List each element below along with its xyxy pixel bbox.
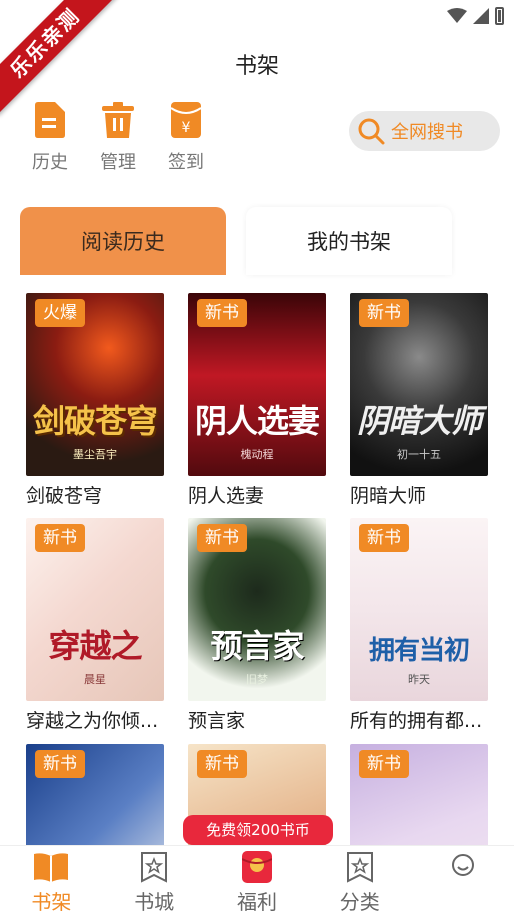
cover-title: 阴暗大师 <box>356 402 482 440</box>
book-icon <box>34 850 69 884</box>
history-label: 历史 <box>32 152 68 173</box>
wifi-icon <box>447 8 467 23</box>
search-button[interactable]: 全网搜书 <box>349 111 500 151</box>
search-icon <box>358 118 385 145</box>
tab-label: 分类 <box>339 890 380 914</box>
manage-label: 管理 <box>100 152 136 173</box>
quick-actions: 历史 管理 ¥ 签到 <box>26 100 210 174</box>
cover-author: 初一十五 <box>397 448 441 461</box>
tab-welfare[interactable]: 福利 <box>206 846 309 915</box>
tab-reading-history[interactable]: 阅读历史 <box>20 207 226 275</box>
book-title: 预言家 <box>188 710 246 732</box>
cover-title: 阴人选妻 <box>194 402 320 440</box>
tab-label: 书架 <box>31 890 72 914</box>
new-badge: 新书 <box>197 299 247 327</box>
new-badge: 新书 <box>359 299 409 327</box>
document-icon <box>30 100 70 140</box>
new-badge: 新书 <box>197 750 247 778</box>
svg-text:¥: ¥ <box>182 120 191 136</box>
cover-title: 剑破苍穹 <box>32 402 158 440</box>
tab-my-bookshelf[interactable]: 我的书架 <box>246 207 452 275</box>
status-icons <box>447 7 504 25</box>
book-cover: 穿越之 晨星 新书 <box>26 518 164 701</box>
new-badge: 新书 <box>197 524 247 552</box>
book-title: 阴暗大师 <box>350 485 427 507</box>
book-card[interactable]: 剑破苍穹 墨尘吾宇 火爆 剑破苍穹 <box>26 293 164 508</box>
trash-icon <box>98 100 138 140</box>
cover-author: 昨天 <box>408 673 430 686</box>
red-envelope-icon: ¥ <box>166 100 206 140</box>
cover-title: 预言家 <box>210 627 304 665</box>
signal-icon <box>473 8 489 24</box>
book-title: 穿越之为你倾... <box>26 710 159 732</box>
new-badge: 新书 <box>359 524 409 552</box>
book-cover: 预言家 旧梦 新书 <box>188 518 326 701</box>
checkin-label: 签到 <box>168 152 204 173</box>
free-coins-promo-button[interactable]: 免费领200书币 <box>183 815 333 845</box>
gift-icon <box>240 850 274 884</box>
book-cover: 阴暗大师 初一十五 新书 <box>350 293 488 476</box>
book-title: 所有的拥有都... <box>350 710 483 732</box>
new-badge: 新书 <box>35 524 85 552</box>
book-title: 阴人选妻 <box>188 485 265 507</box>
cover-author: 晨星 <box>84 673 106 686</box>
tab-category[interactable]: 分类 <box>308 846 411 915</box>
book-card[interactable]: 拥有当初 昨天 新书 所有的拥有都... <box>350 518 488 733</box>
bottom-tab-bar: 书架 书城 福利 分类 <box>0 845 514 915</box>
hot-badge: 火爆 <box>35 299 85 327</box>
cover-title: 穿越之 <box>48 627 142 665</box>
book-cover: 阴人选妻 槐动程 新书 <box>188 293 326 476</box>
tab-bookshelf[interactable]: 书架 <box>0 846 103 915</box>
cover-author: 槐动程 <box>240 448 274 461</box>
tab-label: 福利 <box>236 890 277 914</box>
history-button[interactable]: 历史 <box>26 100 74 174</box>
store-icon <box>137 850 171 884</box>
book-card[interactable]: 阴暗大师 初一十五 新书 阴暗大师 <box>350 293 488 508</box>
checkin-button[interactable]: ¥ 签到 <box>162 100 210 174</box>
manage-button[interactable]: 管理 <box>94 100 142 174</box>
book-cover: 拥有当初 昨天 新书 <box>350 518 488 701</box>
tab-label: 书城 <box>134 890 175 914</box>
tab-profile[interactable] <box>411 846 514 915</box>
cover-author: 墨尘吾宇 <box>73 448 117 461</box>
profile-icon <box>446 850 480 884</box>
tab-bookstore[interactable]: 书城 <box>103 846 206 915</box>
book-card[interactable]: 穿越之 晨星 新书 穿越之为你倾... <box>26 518 164 733</box>
category-icon <box>343 850 377 884</box>
book-card[interactable]: 阴人选妻 槐动程 新书 阴人选妻 <box>188 293 326 508</box>
book-card[interactable]: 预言家 旧梦 新书 预言家 <box>188 518 326 733</box>
book-title: 剑破苍穹 <box>26 485 103 507</box>
book-cover: 剑破苍穹 墨尘吾宇 火爆 <box>26 293 164 476</box>
page-title: 书架 <box>234 54 279 79</box>
search-label: 全网搜书 <box>391 122 463 143</box>
new-badge: 新书 <box>35 750 85 778</box>
cover-title: 拥有当初 <box>368 636 470 666</box>
segment-tabs: 阅读历史 我的书架 <box>20 207 452 275</box>
battery-icon <box>495 7 504 25</box>
cover-author: 旧梦 <box>246 673 268 686</box>
new-badge: 新书 <box>359 750 409 778</box>
